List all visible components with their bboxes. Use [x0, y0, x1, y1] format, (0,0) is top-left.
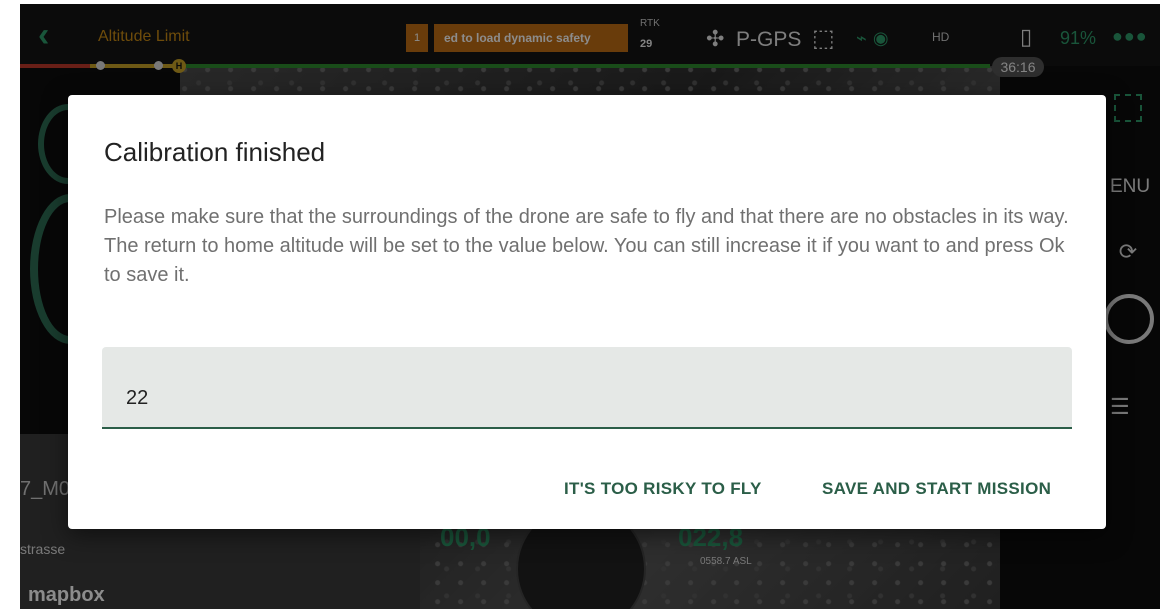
rth-altitude-input[interactable]: 22	[102, 347, 1072, 429]
dialog-title: Calibration finished	[104, 137, 326, 167]
dialog-message: Please make sure that the surroundings o…	[104, 203, 1084, 290]
too-risky-button[interactable]: IT'S TOO RISKY TO FLY	[564, 479, 762, 499]
dialog-message-line1: Please make sure that the surroundings o…	[104, 206, 1069, 228]
calibration-dialog: Calibration finished Please make sure th…	[68, 95, 1106, 529]
rth-altitude-value[interactable]: 22	[126, 387, 148, 410]
save-and-start-button[interactable]: SAVE AND START MISSION	[822, 479, 1051, 499]
dialog-message-line2: The return to home altitude will be set …	[104, 235, 1065, 286]
